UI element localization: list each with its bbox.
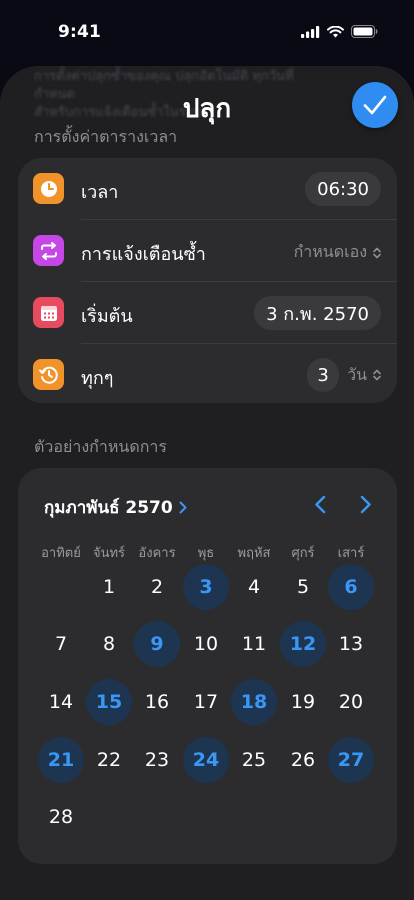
calendar-month-label: กุมภาพันธ์ 2570	[44, 498, 173, 518]
calendar-day[interactable]: 22	[86, 737, 132, 783]
calendar-day-scheduled[interactable]: 12	[280, 621, 326, 667]
calendar-day[interactable]: 7	[38, 621, 84, 667]
calendar-icon	[33, 297, 64, 328]
weekday-header: ศุกร์	[291, 546, 315, 561]
calendar-day[interactable]: 17	[183, 679, 229, 725]
calendar-day[interactable]: 16	[134, 679, 180, 725]
weekday-header: เสาร์	[337, 546, 365, 561]
calendar-day[interactable]: 26	[280, 737, 326, 783]
calendar-day[interactable]: 11	[231, 621, 277, 667]
calendar-day-scheduled[interactable]: 24	[183, 737, 229, 783]
repeat-icon	[33, 235, 64, 266]
every-label: ทุกๆ	[81, 368, 114, 389]
wifi-icon	[327, 25, 344, 37]
time-row[interactable]: เวลา 06:30	[18, 158, 397, 220]
next-month-button[interactable]	[354, 492, 378, 516]
battery-icon	[351, 25, 378, 38]
alarm-sheet: การตั้งค่าปลุกซ้ำของคุณ ปลุกอัตโนมัติ ทุ…	[0, 66, 414, 900]
schedule-settings-card: เวลา 06:30 การแจ้งเตือนซ้ำ กำหนดเอง เริ่…	[18, 158, 397, 403]
checkmark-icon	[363, 95, 387, 115]
calendar-day[interactable]: 4	[231, 564, 277, 610]
confirm-button[interactable]	[352, 82, 398, 128]
schedule-section-header: การตั้งค่าตารางเวลา	[34, 127, 178, 146]
calendar-day[interactable]: 25	[231, 737, 277, 783]
start-label: เริ่มต้น	[81, 306, 133, 327]
weekday-header: อาทิตย์	[41, 546, 81, 561]
calendar-day[interactable]: 14	[38, 679, 84, 725]
calendar-day-scheduled[interactable]: 27	[328, 737, 374, 783]
calendar-day-scheduled[interactable]: 9	[134, 621, 180, 667]
repeat-select[interactable]: กำหนดเอง	[294, 240, 381, 265]
interval-control: 3 วัน	[307, 358, 381, 392]
weekday-header: พุธ	[197, 546, 215, 561]
calendar-day[interactable]: 23	[134, 737, 180, 783]
weekday-header: อังคาร	[138, 546, 176, 561]
weekday-header: จันทร์	[92, 546, 126, 561]
chevron-updown-icon	[373, 247, 381, 258]
calendar-day-scheduled[interactable]: 15	[86, 679, 132, 725]
interval-value-button[interactable]: 3	[307, 358, 340, 392]
example-section-header: ตัวอย่างกำหนดการ	[34, 437, 167, 456]
repeat-label: การแจ้งเตือนซ้ำ	[81, 244, 206, 265]
interval-unit: วัน	[347, 364, 367, 384]
repeat-value: กำหนดเอง	[293, 242, 367, 261]
calendar-day[interactable]: 10	[183, 621, 229, 667]
start-date-button[interactable]: 3 ก.พ. 2570	[254, 296, 381, 330]
status-time: 9:41	[58, 22, 102, 42]
signal-icon	[301, 25, 320, 38]
chevron-right-small-icon	[179, 501, 187, 514]
repeat-row[interactable]: การแจ้งเตือนซ้ำ กำหนดเอง	[18, 220, 397, 282]
calendar-day-scheduled[interactable]: 3	[183, 564, 229, 610]
calendar-day[interactable]: 2	[134, 564, 180, 610]
interval-unit-select[interactable]: วัน	[347, 363, 381, 388]
status-bar: 9:41	[0, 0, 414, 62]
time-value-button[interactable]: 06:30	[305, 172, 381, 206]
calendar-day[interactable]: 5	[280, 564, 326, 610]
calendar-card: กุมภาพันธ์ 2570 อาทิตย์ จันทร์ อังคาร พุธ พฤ…	[18, 468, 397, 864]
time-label: เวลา	[81, 182, 119, 203]
history-icon	[33, 359, 64, 390]
previous-month-button[interactable]	[308, 492, 332, 516]
calendar-day[interactable]: 13	[328, 621, 374, 667]
start-row[interactable]: เริ่มต้น 3 ก.พ. 2570	[18, 282, 397, 344]
calendar-day-scheduled[interactable]: 6	[328, 564, 374, 610]
calendar-day[interactable]: 8	[86, 621, 132, 667]
month-picker-button[interactable]: กุมภาพันธ์ 2570	[44, 494, 187, 521]
weekday-header: พฤหัส	[237, 546, 271, 561]
calendar-day-scheduled[interactable]: 18	[231, 679, 277, 725]
every-row[interactable]: ทุกๆ 3 วัน	[18, 344, 397, 406]
calendar-day[interactable]: 19	[280, 679, 326, 725]
chevron-left-icon	[315, 495, 326, 513]
chevron-updown-icon	[373, 369, 381, 381]
calendar-day[interactable]: 28	[38, 794, 84, 840]
clock-icon	[33, 173, 64, 204]
chevron-right-icon	[360, 495, 371, 513]
calendar-day-scheduled[interactable]: 21	[38, 737, 84, 783]
calendar-day[interactable]: 20	[328, 679, 374, 725]
status-icons	[301, 25, 378, 38]
calendar-day[interactable]: 1	[86, 564, 132, 610]
